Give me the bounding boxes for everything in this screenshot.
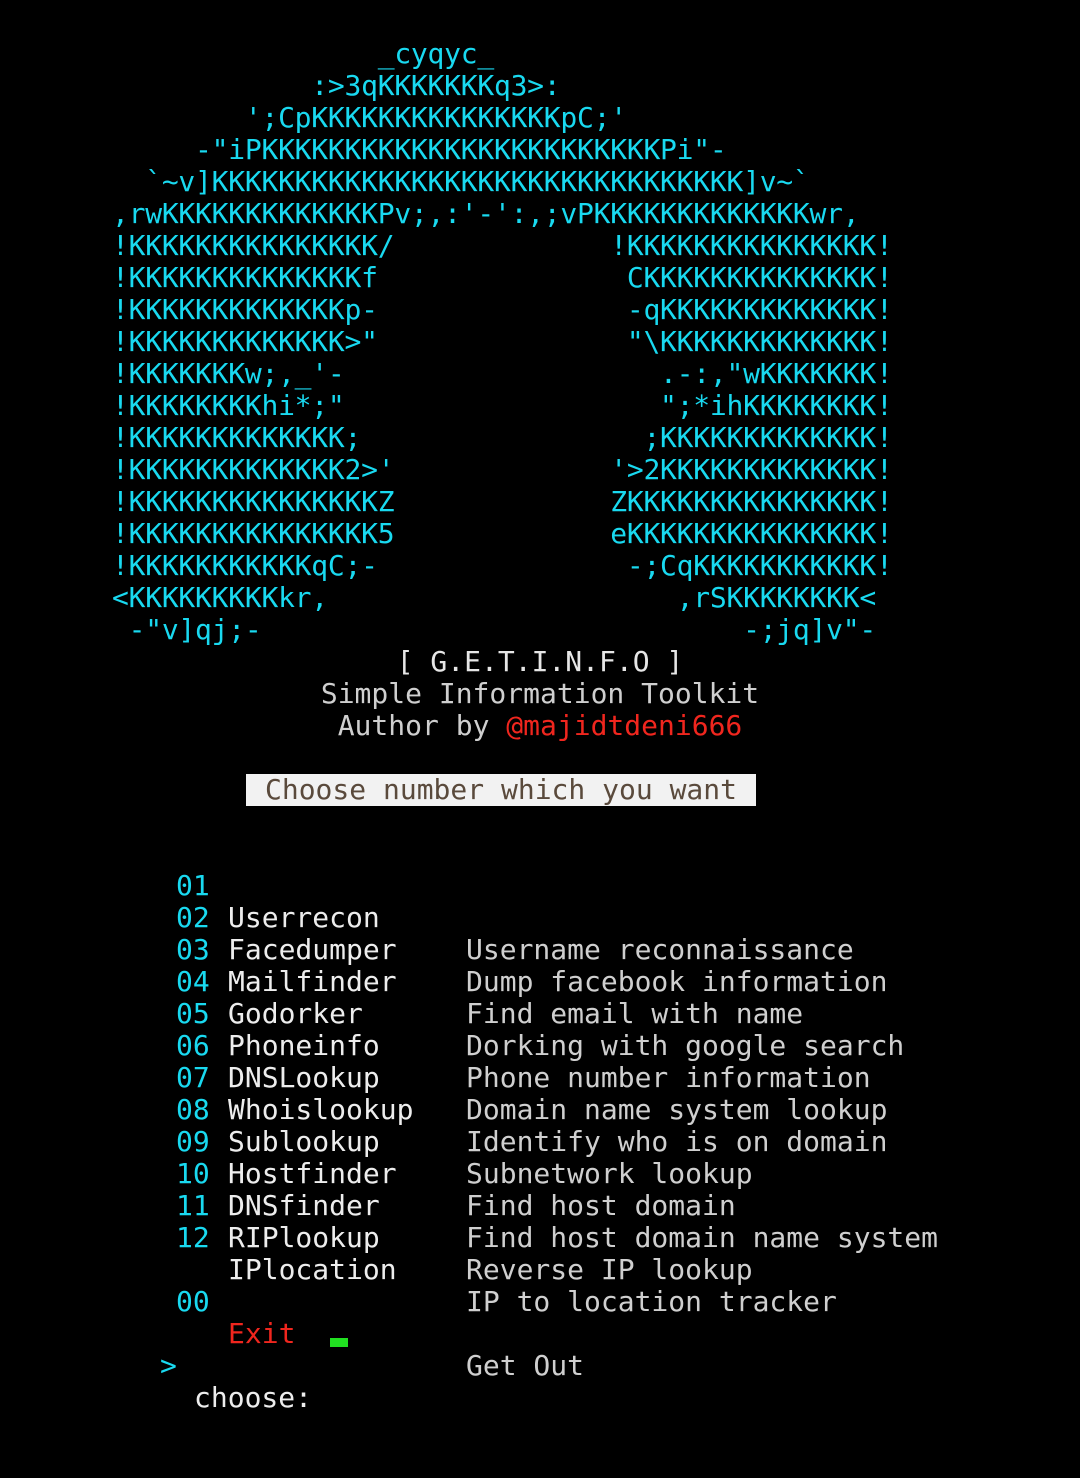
logo-art-line: !KKKKKKKKKKKKKKK/ !KKKKKKKKKKKKKKK! [112, 229, 893, 262]
logo-art-line: !KKKKKKKKKKKKK>" "\KKKKKKKKKKKKK! [112, 325, 893, 358]
logo-art-line: !KKKKKKKw;,_'- .-:,"wKKKKKKK! [112, 357, 893, 390]
logo-art-line: !KKKKKKKKhi*;" ";*ihKKKKKKKK! [112, 389, 893, 422]
terminal-screen: _cyqyc_ :>3qKKKKKKKq3>: ';CpKKKKKKKKKKKK… [0, 38, 1080, 1414]
logo-art-line: !KKKKKKKKKKKKKKK5 eKKKKKKKKKKKKKKK! [112, 517, 893, 550]
logo-art-line: !KKKKKKKKKKKKK2>' '>2KKKKKKKKKKKKK! [112, 453, 893, 486]
menu-item-phoneinfo[interactable]: 05 Phoneinfo Phone number information [0, 966, 1080, 1094]
logo-art-line: :>3qKKKKKKKq3>: [112, 69, 561, 102]
author-line: Author by @majidtdeni666 [0, 710, 1080, 742]
menu-item-exit[interactable]: 00 Exit Get Out [0, 1254, 1080, 1382]
prompt-label: choose: [194, 1381, 313, 1414]
menu-item-number: 12 [176, 1221, 210, 1254]
menu-item-description: Get Out [466, 1349, 585, 1382]
choose-banner-row: Choose number which you want [0, 774, 1080, 806]
author-handle: @majidtdeni666 [506, 709, 743, 742]
menu-item-mailfinder[interactable]: 03 Mailfinder Find email with name [0, 902, 1080, 1030]
logo-ascii-art: _cyqyc_ :>3qKKKKKKKq3>: ';CpKKKKKKKKKKKK… [0, 38, 1080, 646]
logo-art-line: !KKKKKKKKKKKKKKKZ ZKKKKKKKKKKKKKKK! [112, 485, 893, 518]
logo-art-line: !KKKKKKKKKKKqC;- -;CqKKKKKKKKKKK! [112, 549, 893, 582]
menu-item-godorker[interactable]: 04 Godorker Dorking with google search [0, 934, 1080, 1062]
tool-subtitle: Simple Information Toolkit [320, 677, 760, 710]
menu-item-number: 00 [176, 1285, 210, 1318]
menu-item-whoislookup[interactable]: 07 Whoislookup Identify who is on domain [0, 1030, 1080, 1158]
logo-art-line: ';CpKKKKKKKKKKKKKKKpC;' [112, 101, 627, 134]
menu-item-iplocation[interactable]: 12 IPlocation IP to location tracker [0, 1190, 1080, 1318]
choose-banner: Choose number which you want [246, 774, 756, 806]
menu-item-description: IP to location tracker [466, 1285, 837, 1318]
menu-item-description: Find host domain name system [466, 1221, 939, 1254]
prompt-arrow-icon: > [160, 1349, 177, 1382]
menu-item-dnsfinder[interactable]: 10 DNSfinder Find host domain name syste… [0, 1126, 1080, 1254]
menu-item-userrecon[interactable]: 01 Userrecon Username reconnaissance [0, 838, 1080, 966]
tool-menu: 01 Userrecon Username reconnaissance 02 … [0, 838, 1080, 1382]
logo-art-line: !KKKKKKKKKKKKK; ;KKKKKKKKKKKKK! [112, 421, 893, 454]
menu-item-dnslookup[interactable]: 06 DNSLookup Domain name system lookup [0, 998, 1080, 1126]
menu-item-riplookup[interactable]: 11 RIPlookup Reverse IP lookup [0, 1158, 1080, 1286]
tool-title: [ G.E.T.I.N.F.O ] [396, 645, 684, 678]
author-prefix: Author by [337, 709, 507, 742]
menu-item-tool: RIPlookup [228, 1221, 380, 1254]
logo-art-line: !KKKKKKKKKKKKKp- -qKKKKKKKKKKKKK! [112, 293, 893, 326]
logo-art-line: !KKKKKKKKKKKKKKf CKKKKKKKKKKKKKK! [112, 261, 893, 294]
logo-art-line: `~v]KKKKKKKKKKKKKKKKKKKKKKKKKKKKKKKK]v~` [112, 165, 810, 198]
menu-item-facedumper[interactable]: 02 Facedumper Dump facebook information [0, 870, 1080, 998]
logo-art-line: <KKKKKKKKKkr, ,rSKKKKKKKK< [112, 581, 876, 614]
logo-art-line: -"iPKKKKKKKKKKKKKKKKKKKKKKKKPi"- [112, 133, 727, 166]
logo-art-line: _cyqyc_ [112, 37, 495, 70]
command-prompt[interactable]: > choose: [0, 1318, 1080, 1414]
text-cursor[interactable] [330, 1338, 348, 1347]
logo-art-line: -"v]qj;- -;jq]v"- [112, 613, 877, 646]
menu-item-sublookup[interactable]: 08 Sublookup Subnetwork lookup [0, 1062, 1080, 1190]
menu-item-hostfinder[interactable]: 09 Hostfinder Find host domain [0, 1094, 1080, 1222]
logo-art-line: ,rwKKKKKKKKKKKKKPv;,:'-':,;vPKKKKKKKKKKK… [112, 197, 860, 230]
